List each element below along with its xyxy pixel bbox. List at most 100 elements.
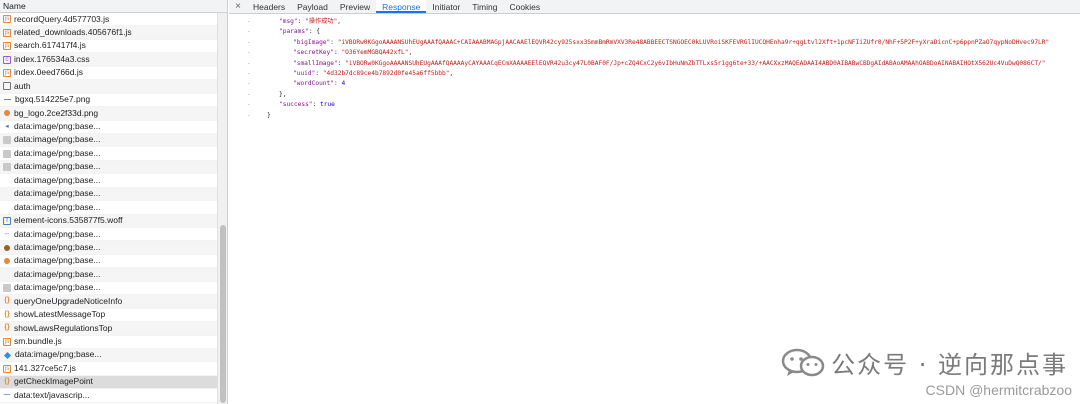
js-file-icon: js — [3, 68, 11, 77]
request-name: data:image/png;base... — [14, 188, 101, 199]
fetch-icon: {} — [4, 324, 10, 332]
tab-cookies[interactable]: Cookies — [503, 0, 546, 13]
msg-value: "操作成功" — [305, 18, 338, 25]
request-name: data:image/png;base... — [14, 121, 101, 131]
request-row[interactable]: c index.176534a3.css — [0, 53, 218, 67]
code-line: -}, — [229, 90, 1080, 100]
close-icon[interactable]: × — [229, 0, 247, 13]
line-gutter-mark: - — [247, 111, 251, 119]
request-row[interactable]: ← data:image/png;base... — [0, 228, 218, 242]
request-row[interactable]: data:image/png;base... — [0, 241, 218, 255]
request-row[interactable]: {} getCheckImagePoint — [0, 375, 218, 390]
request-row[interactable]: {} queryOneUpgradeNoticeInfo — [0, 295, 218, 309]
tab-payload[interactable]: Payload — [291, 0, 334, 13]
line-gutter-mark: - — [247, 69, 251, 77]
request-row[interactable]: js 141.327ce5c7.js — [0, 362, 218, 376]
bigImage-key: "bigImage" — [293, 38, 331, 46]
tab-timing[interactable]: Timing — [466, 0, 503, 13]
request-name: data:image/png;base... — [14, 241, 101, 252]
request-name: showLawsRegulationsTop — [14, 322, 113, 333]
uuid-value: "4d32b7dc89ce4b7892d0fe45a6ff5bbb" — [322, 69, 450, 77]
tab-initiator[interactable]: Initiator — [426, 0, 466, 13]
request-row[interactable]: js recordQuery.4d577703.js — [0, 13, 218, 27]
orange-dot-icon — [4, 258, 10, 265]
request-row[interactable]: data:image/png;base... — [0, 174, 218, 188]
blank-icon — [3, 190, 11, 198]
success-value: true — [319, 101, 335, 109]
tab-headers[interactable]: Headers — [247, 0, 291, 13]
request-row[interactable]: js search.617417f4.js — [0, 39, 218, 54]
request-name: related_downloads.405676f1.js — [14, 26, 132, 37]
request-row[interactable]: data:image/png;base... — [0, 147, 218, 161]
request-name: auth — [14, 80, 31, 91]
scrollbar-thumb[interactable] — [220, 225, 226, 403]
request-row[interactable]: bgxq.514225e7.png — [0, 93, 218, 108]
request-row[interactable]: js related_downloads.405676f1.js — [0, 26, 218, 40]
code-line: - "success": true — [229, 100, 1080, 110]
js-file-icon: js — [3, 42, 11, 51]
request-row[interactable]: — data:text/javascrip... — [0, 389, 218, 403]
request-row[interactable]: data:image/png;base... — [0, 133, 218, 148]
tab-preview[interactable]: Preview — [334, 0, 376, 13]
request-row[interactable]: {} showLawsRegulationsTop — [0, 322, 218, 336]
request-row[interactable]: data:image/png;base... — [0, 254, 218, 269]
watermark-credit: CSDN @hermitcrabzoo — [925, 382, 1072, 398]
code-line: -} — [229, 111, 1080, 121]
request-list: js recordQuery.4d577703.js js related_downl… — [0, 13, 218, 403]
smallImage-key: "smallImage" — [293, 59, 338, 67]
request-row[interactable]: data:image/png;base... — [0, 187, 218, 202]
font-file-icon: f — [3, 216, 11, 225]
image-icon — [3, 283, 11, 292]
params-key: "params" — [279, 28, 309, 36]
arrow-image-icon: ← — [3, 230, 11, 238]
name-column-header[interactable]: Name — [0, 0, 227, 13]
request-row[interactable]: data:image/png;base... — [0, 201, 218, 215]
blank-icon — [3, 203, 11, 211]
request-name: data:image/png;base... — [14, 228, 101, 239]
request-name: data:image/png;base... — [14, 255, 101, 266]
fetch-icon: {} — [4, 297, 10, 305]
request-row[interactable]: data:image/png;base... — [0, 268, 218, 282]
request-name: showLatestMessageTop — [14, 309, 106, 320]
request-row[interactable]: data:image/png;base... — [0, 348, 218, 363]
blank-icon — [3, 271, 11, 279]
wordCount-key: "wordCount" — [293, 80, 334, 88]
request-row[interactable]: auth — [0, 80, 218, 94]
code-line: - "secretKey": "O36YemMGBQA42xfL", — [229, 48, 1080, 58]
code-line: - "msg": "操作成功", — [229, 17, 1080, 27]
response-body: - "msg": "操作成功", - "params": { - "bigImage"… — [229, 17, 1080, 121]
code-line: - "wordCount": 4 — [229, 79, 1080, 89]
brown-dot-icon — [4, 244, 10, 251]
line-gutter-mark: - — [247, 38, 251, 46]
request-row[interactable]: js sm.bundle.js — [0, 335, 218, 349]
request-name: bg_logo.2ce2f33d.png — [14, 107, 99, 118]
code-line: - "bigImage": "iVBORw0KGgoAAAANSUhEUgAAAf… — [229, 38, 1080, 48]
request-name: element-icons.535877f5.woff — [14, 215, 123, 226]
fetch-icon: {} — [4, 310, 10, 318]
line-gutter-mark: - — [247, 18, 251, 25]
code-line: - "params": { — [229, 27, 1080, 37]
js-file-icon: js — [3, 364, 11, 373]
request-name: data:text/javascrip... — [14, 389, 90, 400]
success-key: "success" — [279, 101, 313, 109]
request-row[interactable]: {} showLatestMessageTop — [0, 308, 218, 323]
line-gutter-mark: - — [247, 59, 251, 67]
request-row[interactable]: bg_logo.2ce2f33d.png — [0, 107, 218, 121]
request-name: 141.327ce5c7.js — [14, 362, 76, 373]
css-file-icon: c — [3, 55, 11, 64]
request-row[interactable]: f element-icons.535877f5.woff — [0, 214, 218, 228]
watermark: 公众号 · 逆向那点事 — [781, 345, 1068, 380]
image-icon — [3, 149, 11, 158]
request-list-scrollbar[interactable] — [217, 13, 227, 404]
request-row[interactable]: data:image/png;base... — [0, 160, 218, 175]
bigImage-value: "iVBORw0KGgoAAAANSUhEUgAAAfQAAAC+CAIAAAB… — [337, 38, 1050, 46]
request-row[interactable]: data:image/png;base... — [0, 281, 218, 296]
request-name: data:image/png;base... — [14, 134, 101, 145]
request-row[interactable]: ◂ data:image/png;base... — [0, 120, 218, 134]
request-row[interactable]: js index.0eed766d.js — [0, 66, 218, 81]
fetch-icon: {} — [4, 378, 10, 386]
line-gutter-mark: - — [247, 80, 251, 88]
request-name: recordQuery.4d577703.js — [14, 13, 110, 24]
tab-response[interactable]: Response — [376, 0, 427, 13]
code-line: - "smallImage": "iVBORw0KGgoAAAANSUhEUgAA… — [229, 59, 1080, 69]
